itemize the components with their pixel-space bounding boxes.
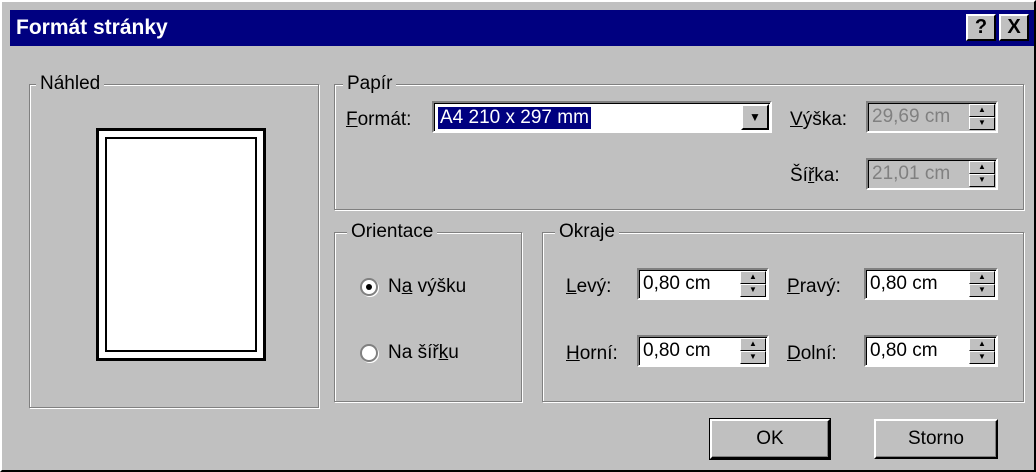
margins-group: Okraje [542, 221, 1024, 402]
bottom-margin-label: Dolní: [787, 343, 837, 364]
orientation-group: Orientace [334, 221, 522, 402]
width-spinner[interactable]: ▲ ▼ [969, 161, 995, 187]
right-margin-value: 0,80 cm [870, 273, 938, 294]
cancel-button[interactable]: Storno [874, 419, 998, 459]
page-preview-margin [105, 137, 257, 352]
spin-up-icon[interactable]: ▲ [740, 271, 766, 284]
left-margin-field[interactable]: 0,80 cm ▲ ▼ [637, 268, 769, 300]
top-margin-field[interactable]: 0,80 cm ▲ ▼ [637, 335, 769, 367]
format-dropdown[interactable]: A4 210 x 297 mm ▼ [432, 101, 772, 133]
portrait-label[interactable]: Na výšku [388, 276, 466, 298]
height-field[interactable]: 29,69 cm ▲ ▼ [866, 101, 998, 133]
page-preview [96, 128, 266, 361]
dialog-title: Formát stránky [16, 16, 168, 39]
bottom-margin-spinner[interactable]: ▲ ▼ [969, 338, 995, 364]
bottom-margin-value: 0,80 cm [870, 340, 938, 361]
width-value: 21,01 cm [872, 163, 951, 184]
page-setup-dialog: Formát stránky ? X Náhled Papír Formát: … [0, 0, 1036, 472]
spin-up-icon[interactable]: ▲ [969, 271, 995, 284]
spin-down-icon[interactable]: ▼ [969, 117, 995, 130]
left-margin-value: 0,80 cm [643, 273, 711, 294]
margins-legend: Okraje [555, 221, 619, 243]
height-spinner[interactable]: ▲ ▼ [969, 104, 995, 130]
format-value: A4 210 x 297 mm [437, 106, 592, 130]
orientation-legend: Orientace [347, 221, 438, 243]
landscape-radio[interactable] [360, 344, 378, 362]
spin-up-icon[interactable]: ▲ [969, 161, 995, 174]
right-margin-spinner[interactable]: ▲ ▼ [969, 271, 995, 297]
close-button[interactable]: X [999, 14, 1029, 41]
left-margin-spinner[interactable]: ▲ ▼ [740, 271, 766, 297]
spin-down-icon[interactable]: ▼ [969, 351, 995, 364]
top-margin-spinner[interactable]: ▲ ▼ [740, 338, 766, 364]
width-label: Šířka: [790, 165, 840, 186]
help-button[interactable]: ? [966, 14, 996, 41]
left-margin-label: Levý: [566, 276, 612, 297]
top-margin-value: 0,80 cm [643, 340, 711, 361]
spin-down-icon[interactable]: ▼ [969, 174, 995, 187]
spin-up-icon[interactable]: ▲ [740, 338, 766, 351]
landscape-label[interactable]: Na šířku [388, 342, 459, 364]
width-field[interactable]: 21,01 cm ▲ ▼ [866, 158, 998, 190]
preview-legend: Náhled [36, 73, 105, 95]
right-margin-field[interactable]: 0,80 cm ▲ ▼ [864, 268, 998, 300]
format-label: Formát: [346, 109, 412, 130]
spin-down-icon[interactable]: ▼ [740, 351, 766, 364]
right-margin-label: Pravý: [787, 276, 841, 297]
chevron-down-icon[interactable]: ▼ [741, 104, 769, 130]
height-value: 29,69 cm [872, 106, 951, 127]
spin-down-icon[interactable]: ▼ [740, 284, 766, 297]
title-bar[interactable]: Formát stránky ? X [10, 10, 1034, 46]
spin-up-icon[interactable]: ▲ [969, 338, 995, 351]
spin-down-icon[interactable]: ▼ [969, 284, 995, 297]
portrait-radio[interactable] [360, 278, 378, 296]
top-margin-label: Horní: [566, 343, 618, 364]
paper-legend: Papír [343, 73, 397, 95]
bottom-margin-field[interactable]: 0,80 cm ▲ ▼ [864, 335, 998, 367]
spin-up-icon[interactable]: ▲ [969, 104, 995, 117]
height-label: Výška: [790, 109, 848, 130]
ok-button[interactable]: OK [709, 418, 831, 460]
